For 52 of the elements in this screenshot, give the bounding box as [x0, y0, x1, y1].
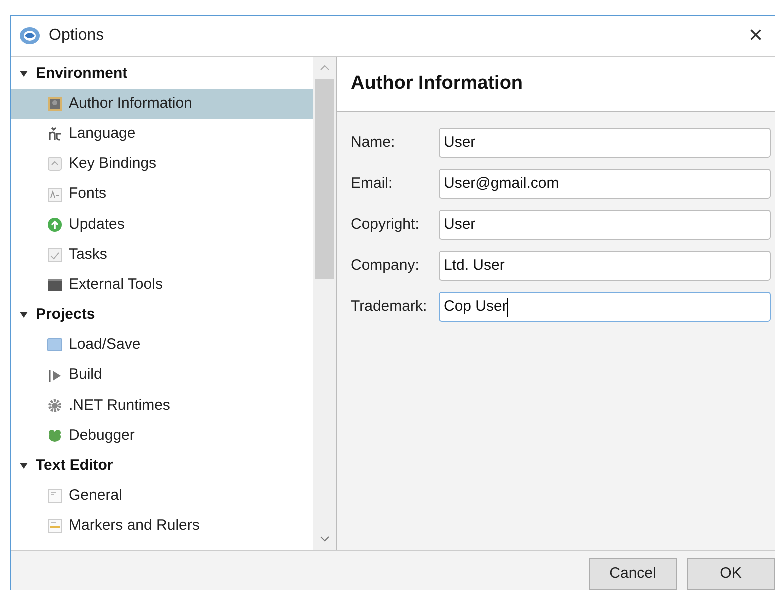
- text-field[interactable]: User@gmail.com: [439, 169, 771, 199]
- field-label: Copyright:: [351, 214, 420, 235]
- expanded-arrow-icon[interactable]: [20, 462, 28, 470]
- tree-group-label[interactable]: Environment: [36, 62, 128, 86]
- text-field[interactable]: Cop User: [439, 292, 771, 322]
- window-title: Options: [49, 26, 104, 46]
- expanded-arrow-icon[interactable]: [20, 311, 28, 320]
- field-label: Company:: [351, 256, 420, 276]
- scrollbar-thumb[interactable]: [315, 79, 334, 279]
- expanded-arrow-icon[interactable]: [20, 70, 28, 78]
- tree-item[interactable]: External Tools: [11, 270, 314, 300]
- gear-icon: [47, 398, 63, 414]
- field-label: Email:: [351, 174, 394, 194]
- scroll-up-icon[interactable]: [320, 65, 330, 71]
- tree-item[interactable]: .NET Runtimes: [11, 390, 314, 421]
- keyboard-key-icon: [47, 156, 63, 172]
- tree-group-label[interactable]: Text Editor: [36, 454, 114, 478]
- field-label: Trademark:: [351, 296, 428, 317]
- scrollbar[interactable]: [313, 57, 336, 550]
- text-field[interactable]: User: [439, 128, 771, 158]
- tree-item[interactable]: Key Bindings: [11, 149, 314, 180]
- folder-panel-icon: [47, 337, 63, 354]
- font-sample-icon: [47, 186, 63, 203]
- tree-group-label[interactable]: Projects: [36, 304, 96, 327]
- tree-item[interactable]: Updates: [11, 210, 314, 240]
- person-card-icon: [47, 96, 63, 112]
- tree-item[interactable]: Load/Save: [11, 330, 314, 360]
- dialog-button[interactable]: Cancel: [589, 558, 677, 590]
- tree-item[interactable]: Tasks: [11, 240, 314, 270]
- checkmark-icon: [47, 247, 63, 264]
- play-bar-icon: [47, 368, 63, 384]
- up-arrow-circle-icon: [47, 216, 63, 233]
- tree-item[interactable]: General: [11, 481, 314, 512]
- panel-title: Author Information: [351, 72, 524, 96]
- tree-item[interactable]: Author Information: [11, 89, 314, 120]
- dialog-button[interactable]: OK: [687, 558, 775, 590]
- language-glyph-icon: [47, 126, 63, 142]
- tree-item[interactable]: Debugger: [11, 420, 314, 452]
- tree-item[interactable]: Markers and Rulers: [11, 511, 314, 542]
- ruler-document-icon: [47, 518, 63, 534]
- text-field[interactable]: User: [439, 210, 771, 240]
- bug-icon: [47, 428, 63, 444]
- field-label: Name:: [351, 132, 396, 153]
- tree-item[interactable]: Build: [11, 360, 314, 391]
- app-logo-icon: [19, 26, 41, 46]
- tree-item[interactable]: Fonts: [11, 180, 314, 210]
- close-button[interactable]: ×: [748, 24, 763, 48]
- text-field[interactable]: Ltd. User: [439, 251, 771, 281]
- tree-item[interactable]: Language: [11, 119, 314, 150]
- terminal-icon: [47, 277, 63, 294]
- document-icon: [47, 488, 63, 504]
- scroll-down-icon[interactable]: [320, 536, 330, 542]
